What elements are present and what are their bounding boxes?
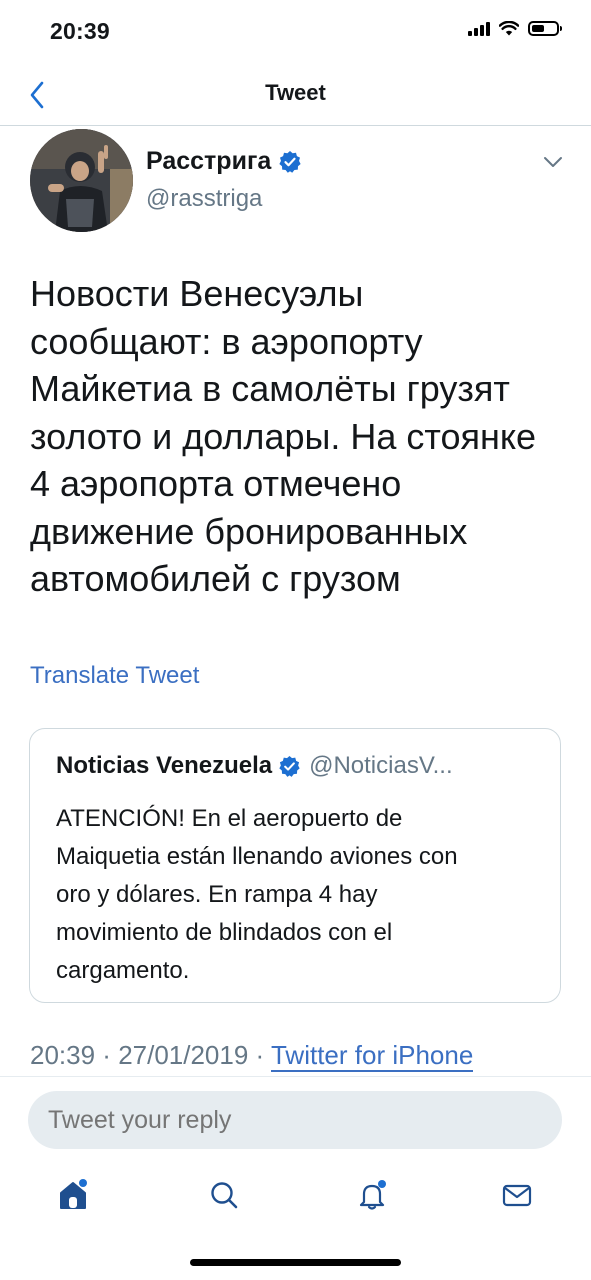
messages-icon bbox=[502, 1184, 532, 1207]
author-display-name: Расстрига bbox=[146, 147, 272, 175]
notifications-icon bbox=[359, 1180, 386, 1210]
tweet-options-button[interactable] bbox=[542, 155, 564, 174]
meta-divider bbox=[0, 1076, 591, 1077]
meta-separator: · bbox=[95, 1040, 119, 1070]
tab-notifications[interactable] bbox=[352, 1175, 392, 1215]
cellular-signal-icon bbox=[468, 20, 490, 36]
quoted-author-username: @NoticiasV... bbox=[309, 752, 453, 779]
tab-search[interactable] bbox=[204, 1175, 244, 1215]
tweet-time: 20:39 bbox=[30, 1040, 96, 1070]
wifi-icon bbox=[499, 20, 519, 35]
author-username[interactable]: @rasstriga bbox=[146, 185, 262, 213]
tweet-text: Новости Венесуэлы сообщают: в аэропорту … bbox=[30, 273, 537, 600]
verified-badge-icon bbox=[279, 755, 300, 777]
tab-messages[interactable] bbox=[497, 1175, 537, 1215]
reply-input[interactable] bbox=[28, 1091, 562, 1149]
avatar-image bbox=[30, 129, 133, 232]
translate-tweet-link[interactable]: Translate Tweet bbox=[30, 662, 199, 690]
quoted-tweet-header: Noticias Venezuela @NoticiasV... bbox=[56, 752, 453, 780]
author-display-name-row[interactable]: Расстрига bbox=[146, 147, 302, 176]
status-icons bbox=[468, 20, 562, 36]
header-divider bbox=[0, 125, 591, 126]
battery-icon bbox=[528, 20, 562, 36]
tab-home[interactable] bbox=[53, 1175, 93, 1215]
chevron-down-icon bbox=[544, 157, 562, 167]
page-title: Tweet bbox=[265, 80, 326, 105]
meta-separator: · bbox=[248, 1040, 271, 1070]
quoted-author-name: Noticias Venezuela bbox=[56, 752, 273, 779]
search-icon bbox=[211, 1182, 238, 1209]
verified-badge-icon bbox=[279, 150, 301, 173]
status-time: 20:39 bbox=[50, 18, 110, 44]
quoted-tweet-text: ATENCIÓN! En el aeropuerto de Maiquetia … bbox=[56, 805, 458, 984]
home-indicator[interactable] bbox=[190, 1259, 401, 1266]
tweet-meta: 20:39 · 27/01/2019 · Twitter for iPhone bbox=[30, 1040, 474, 1072]
tweet-date: 27/01/2019 bbox=[118, 1040, 249, 1070]
home-icon bbox=[60, 1179, 87, 1209]
avatar[interactable] bbox=[30, 129, 133, 232]
tweet-source-link[interactable]: Twitter for iPhone bbox=[270, 1040, 474, 1072]
